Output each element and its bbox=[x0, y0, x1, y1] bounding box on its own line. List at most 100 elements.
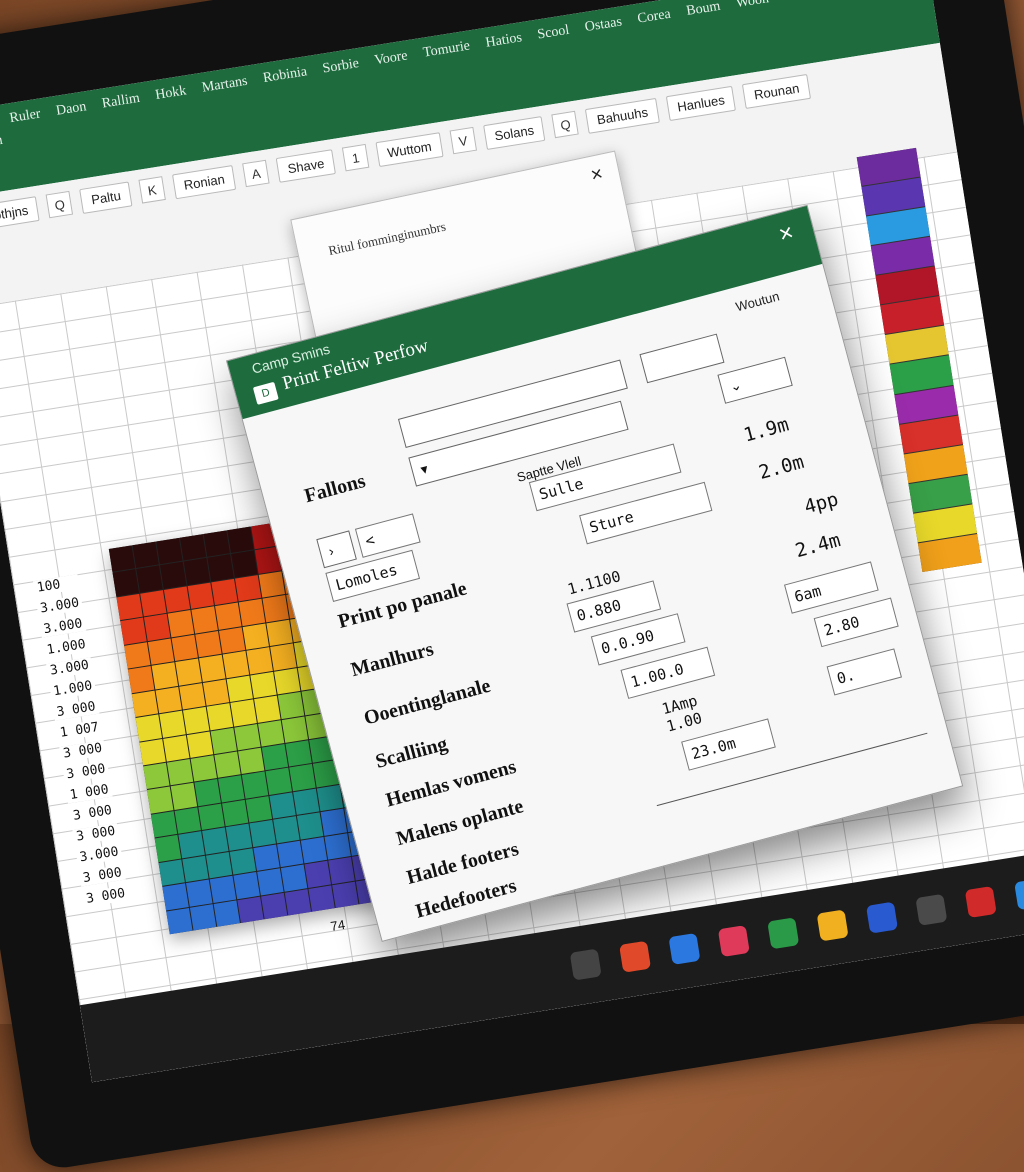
heatmap-cell bbox=[256, 868, 284, 896]
heatmap-cell bbox=[209, 875, 236, 903]
outlook-icon[interactable] bbox=[964, 885, 997, 919]
value-3[interactable]: 4pp bbox=[802, 488, 841, 518]
heatmap-cell bbox=[182, 855, 209, 883]
ribbon-button[interactable]: Rounan bbox=[742, 73, 811, 109]
photos-icon[interactable] bbox=[668, 932, 701, 965]
ribbon-button[interactable]: Bothjns bbox=[0, 196, 40, 231]
small-select[interactable]: ⌄ bbox=[717, 356, 793, 404]
value-10-field[interactable]: 2.80 bbox=[813, 597, 899, 648]
ribbon-tab[interactable]: Boum bbox=[685, 0, 721, 20]
ribbon-tab[interactable]: Skien bbox=[783, 0, 817, 4]
row-label: 3 000 bbox=[78, 864, 126, 887]
heatmap-cell bbox=[253, 695, 281, 723]
label-fallons: Fallons bbox=[302, 469, 368, 508]
value-14-field[interactable]: 0. bbox=[826, 648, 902, 696]
ribbon-button[interactable]: Wuttom bbox=[375, 132, 444, 168]
heatmap-cell bbox=[265, 768, 292, 795]
ribbon-icon-button[interactable]: K bbox=[138, 176, 166, 204]
ribbon-tab[interactable]: Corea bbox=[636, 7, 672, 28]
ribbon-button[interactable]: Shave bbox=[275, 149, 337, 183]
x-tick-label: 74 bbox=[329, 916, 347, 934]
mail-icon[interactable] bbox=[717, 925, 750, 958]
top-small-field[interactable] bbox=[639, 333, 725, 384]
row-labels: 100 3.000 3.000 1.000 3.000 1.000 3 000 1 007 3 … bbox=[32, 574, 130, 908]
heatmap-cell bbox=[179, 534, 207, 561]
row-label: 3 000 bbox=[82, 885, 130, 908]
heatmap-cell bbox=[269, 792, 296, 819]
heatmap-cell bbox=[221, 799, 249, 827]
row-label: 3.000 bbox=[36, 595, 84, 617]
heatmap-cell bbox=[143, 614, 171, 641]
heatmap-cell bbox=[292, 788, 320, 816]
heatmap-cell bbox=[257, 719, 284, 747]
ribbon-tab[interactable]: Hatios bbox=[485, 30, 524, 52]
wifi-icon[interactable] bbox=[569, 948, 602, 981]
teams-icon[interactable] bbox=[1014, 878, 1024, 911]
heatmap-cell bbox=[296, 812, 323, 840]
ribbon-tab[interactable]: Ostaas bbox=[584, 14, 623, 36]
ribbon-tab[interactable]: Rallim bbox=[101, 91, 141, 113]
value-2[interactable]: 2.0m bbox=[756, 451, 806, 484]
ribbon-tab[interactable]: Ontion bbox=[0, 133, 4, 155]
background-dialog-close-icon[interactable]: × bbox=[589, 163, 605, 188]
heatmap-cell bbox=[136, 565, 163, 593]
ribbon-tab[interactable]: Daon bbox=[55, 99, 87, 120]
row-label: 3.000 bbox=[75, 843, 123, 866]
label-manlhurs: Manlhurs bbox=[348, 638, 436, 682]
heatmap-cell bbox=[316, 784, 343, 812]
heatmap-cell bbox=[272, 816, 300, 844]
heatmap-cell bbox=[217, 775, 245, 803]
value-1[interactable]: 1.9m bbox=[741, 414, 791, 447]
heatmap-cell bbox=[182, 706, 210, 734]
ribbon-button[interactable]: Hanlues bbox=[665, 85, 737, 122]
heatmap-cell bbox=[277, 691, 304, 719]
heatmap-cell bbox=[284, 888, 311, 916]
store-icon[interactable] bbox=[767, 917, 800, 950]
ribbon-tab[interactable]: Sorbie bbox=[322, 56, 361, 78]
heatmap-cell bbox=[273, 667, 300, 695]
heatmap-cell bbox=[162, 883, 189, 911]
document-icon: D bbox=[252, 381, 279, 405]
ribbon-tab[interactable]: Martans bbox=[201, 74, 249, 97]
ribbon-icon-button[interactable]: 1 bbox=[341, 143, 370, 172]
ribbon-tab[interactable]: Woon bbox=[735, 0, 770, 12]
ribbon-tab[interactable]: Robinia bbox=[262, 64, 308, 87]
ribbon-tab[interactable]: Hokk bbox=[154, 83, 187, 104]
heatmap-cell bbox=[218, 627, 246, 654]
explorer-icon[interactable] bbox=[816, 909, 849, 942]
ribbon-tab[interactable]: Ruler bbox=[9, 106, 42, 127]
heatmap-cell bbox=[324, 833, 351, 860]
calc-icon[interactable] bbox=[915, 893, 948, 926]
dialog-close-icon[interactable]: × bbox=[776, 219, 797, 250]
ribbon-tab[interactable]: Scool bbox=[536, 23, 570, 44]
small-select-arrow: ⌄ bbox=[727, 375, 744, 395]
chevron-box[interactable]: › bbox=[316, 530, 357, 569]
dialog-top-label: Woutun bbox=[734, 288, 781, 315]
heatmap-cell bbox=[190, 755, 217, 782]
pdf-icon[interactable] bbox=[865, 901, 899, 934]
ribbon-tab[interactable]: Voore bbox=[373, 48, 408, 69]
heatmap-cell bbox=[320, 808, 347, 836]
heatmap-cell bbox=[237, 747, 265, 775]
ribbon-icon-button[interactable]: A bbox=[242, 159, 270, 188]
heatmap-cell bbox=[230, 699, 257, 727]
chrome-icon[interactable] bbox=[619, 940, 652, 973]
ribbon-icon-button[interactable]: Q bbox=[551, 110, 580, 139]
heatmap-cell bbox=[147, 786, 174, 814]
heatmap-cell bbox=[214, 602, 242, 630]
value-6[interactable]: 2.4m bbox=[793, 529, 843, 562]
heatmap-cell bbox=[202, 679, 230, 706]
ribbon-button[interactable]: Bahuuhs bbox=[585, 97, 660, 134]
row-label: 3 000 bbox=[72, 823, 120, 846]
row-label: 3 000 bbox=[52, 698, 100, 721]
ribbon-icon-button[interactable]: Q bbox=[45, 190, 74, 219]
ribbon-button[interactable]: Ronian bbox=[172, 164, 237, 200]
heatmap-cell bbox=[139, 738, 166, 766]
ribbon-button[interactable]: Solans bbox=[482, 115, 546, 151]
ribbon-tab[interactable]: Tomurie bbox=[422, 38, 471, 61]
ribbon-button[interactable]: Paltu bbox=[79, 181, 133, 214]
background-dialog-title: Ritul fomminginumbrs bbox=[327, 218, 448, 259]
heatmap-cell bbox=[246, 647, 273, 675]
heatmap-cell bbox=[253, 844, 280, 871]
ribbon-icon-button[interactable]: V bbox=[449, 126, 477, 155]
